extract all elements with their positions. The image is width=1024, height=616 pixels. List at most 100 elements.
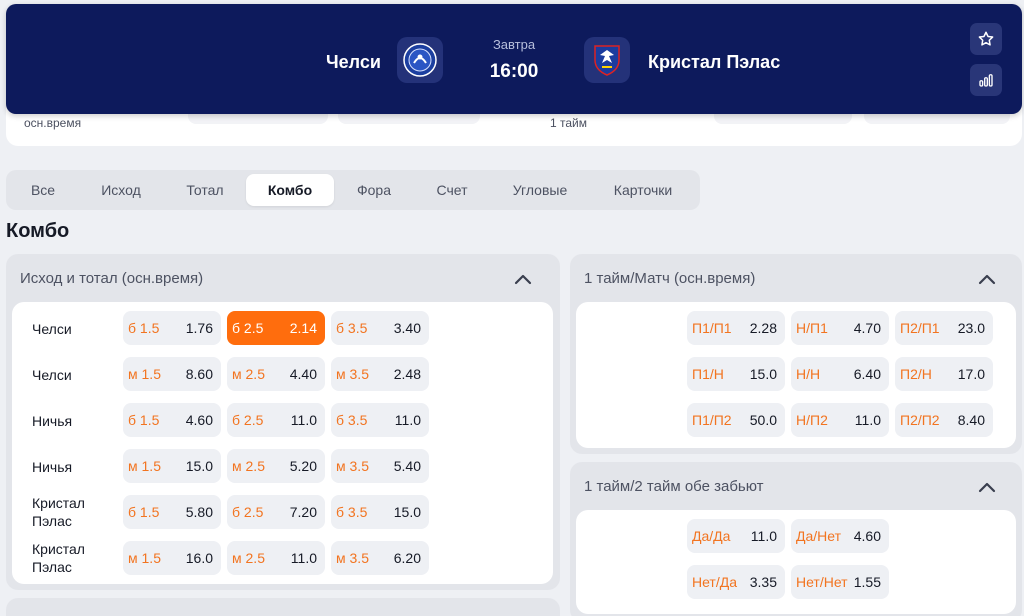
- row-label-line: Пэлас: [32, 559, 72, 575]
- selection-label: м 2.5: [232, 366, 265, 382]
- odds-value: 4.70: [853, 320, 881, 336]
- odds-cell[interactable]: б 3.5 11.0: [331, 403, 429, 437]
- odds-cell[interactable]: Н/П1 4.70: [791, 311, 889, 345]
- selection-label: б 2.5: [232, 412, 264, 428]
- selection-label: Нет/Нет: [796, 574, 848, 590]
- next-panel-stub: [6, 598, 560, 616]
- odds-cell-selected[interactable]: б 2.5 2.14: [227, 311, 325, 345]
- tab-total[interactable]: Тотал: [170, 174, 240, 206]
- odds-cell[interactable]: П1/Н 15.0: [687, 357, 785, 391]
- tab-score[interactable]: Счет: [418, 174, 486, 206]
- odds-value: 16.0: [185, 550, 213, 566]
- row-label: Ничья: [32, 413, 73, 429]
- away-team-name[interactable]: Кристал Пэлас: [648, 52, 780, 73]
- selection-label: м 2.5: [232, 458, 265, 474]
- selection-label: б 3.5: [336, 412, 368, 428]
- odds-cell[interactable]: П2/П2 8.40: [895, 403, 993, 437]
- odds-value: 11.0: [290, 550, 317, 566]
- match-time: 16:00: [489, 61, 539, 82]
- odds-value: 17.0: [957, 366, 985, 382]
- odds-cell[interactable]: м 2.5 5.20: [227, 449, 325, 483]
- odds-cell[interactable]: б 1.5 4.60: [123, 403, 221, 437]
- odds-cell[interactable]: б 3.5 3.40: [331, 311, 429, 345]
- panel-title: Исход и тотал (осн.время): [20, 270, 204, 287]
- section-title: Комбо: [6, 220, 70, 242]
- chevron-up-icon[interactable]: [976, 270, 998, 288]
- odds-cell[interactable]: б 3.5 15.0: [331, 495, 429, 529]
- odds-cell[interactable]: П1/П2 50.0: [687, 403, 785, 437]
- chevron-up-icon[interactable]: [512, 270, 534, 288]
- odds-value: 3.40: [393, 320, 421, 336]
- odds-value: 2.48: [393, 366, 421, 382]
- both-score-panel: 1 тайм/2 тайм обе забьют Да/Да 11.0 Да/Не…: [570, 462, 1022, 616]
- odds-value: 8.40: [957, 412, 985, 428]
- odds-cell[interactable]: м 1.5 8.60: [123, 357, 221, 391]
- odds-cell[interactable]: Да/Нет 4.60: [791, 519, 889, 553]
- ht-ft-grid: П1/П1 2.28 Н/П1 4.70 П2/П1 23.0 П1/Н 15.0 Н/…: [576, 302, 1016, 448]
- tab-combo[interactable]: Комбо: [246, 174, 334, 206]
- tab-corners[interactable]: Угловые: [500, 174, 580, 206]
- odds-cell[interactable]: Да/Да 11.0: [687, 519, 785, 553]
- odds-value: 3.35: [749, 574, 777, 590]
- odds-value: 11.0: [750, 528, 777, 544]
- odds-cell[interactable]: Н/П2 11.0: [791, 403, 889, 437]
- row-label-line: Кристал: [32, 541, 85, 557]
- odds-cell[interactable]: б 2.5 7.20: [227, 495, 325, 529]
- odds-cell[interactable]: м 3.5 5.40: [331, 449, 429, 483]
- selection-label: Нет/Да: [692, 574, 738, 590]
- odds-cell[interactable]: Нет/Нет 1.55: [791, 565, 889, 599]
- selection-label: б 1.5: [128, 320, 160, 336]
- odds-cell[interactable]: м 2.5 11.0: [227, 541, 325, 575]
- odds-value: 11.0: [854, 412, 881, 428]
- outcome-total-grid: Челси б 1.5 1.76 б 2.5 2.14 б 3.5 3.40 Челс…: [12, 302, 553, 584]
- odds-cell[interactable]: м 3.5 6.20: [331, 541, 429, 575]
- selection-label: б 3.5: [336, 320, 368, 336]
- row-label-line: Пэлас: [32, 513, 72, 529]
- match-day: Завтра: [492, 37, 536, 52]
- odds-cell[interactable]: м 1.5 15.0: [123, 449, 221, 483]
- tab-cards[interactable]: Карточки: [596, 174, 690, 206]
- odds-cell[interactable]: П2/П1 23.0: [895, 311, 993, 345]
- selection-label: б 1.5: [128, 504, 160, 520]
- favorite-button[interactable]: [970, 23, 1002, 55]
- selection-label: Да/Да: [692, 528, 731, 544]
- odds-value: 23.0: [957, 320, 985, 336]
- odds-value: 2.14: [289, 320, 317, 336]
- row-label: Кристал Пэлас: [32, 540, 85, 576]
- odds-value: 1.55: [853, 574, 881, 590]
- star-icon: [978, 31, 994, 46]
- selection-label: П1/П1: [692, 320, 732, 336]
- selection-label: П2/П2: [900, 412, 940, 428]
- odds-value: 1.76: [185, 320, 213, 336]
- selection-label: м 1.5: [128, 458, 161, 474]
- tab-handicap[interactable]: Фора: [340, 174, 408, 206]
- selection-label: м 2.5: [232, 550, 265, 566]
- tab-all[interactable]: Все: [14, 174, 72, 206]
- row-label: Челси: [32, 321, 72, 337]
- odds-cell[interactable]: м 2.5 4.40: [227, 357, 325, 391]
- both-score-grid: Да/Да 11.0 Да/Нет 4.60 Нет/Да 3.35 Нет/Нет 1…: [576, 510, 1016, 614]
- selection-label: Н/П1: [796, 320, 828, 336]
- odds-value: 15.0: [393, 504, 421, 520]
- odds-cell[interactable]: П1/П1 2.28: [687, 311, 785, 345]
- chevron-up-icon[interactable]: [976, 478, 998, 496]
- selection-label: б 3.5: [336, 504, 368, 520]
- odds-cell[interactable]: Нет/Да 3.35: [687, 565, 785, 599]
- odds-cell[interactable]: б 1.5 5.80: [123, 495, 221, 529]
- statistics-button[interactable]: [970, 64, 1002, 96]
- odds-value: 5.20: [289, 458, 317, 474]
- odds-cell[interactable]: Н/Н 6.40: [791, 357, 889, 391]
- ht-ft-panel: 1 тайм/Матч (осн.время) П1/П1 2.28 Н/П1 4.…: [570, 254, 1022, 454]
- row-label: Челси: [32, 367, 72, 383]
- odds-cell[interactable]: б 2.5 11.0: [227, 403, 325, 437]
- odds-value: 11.0: [290, 412, 317, 428]
- odds-cell[interactable]: б 1.5 1.76: [123, 311, 221, 345]
- tab-outcome[interactable]: Исход: [86, 174, 156, 206]
- row-label-line: Кристал: [32, 495, 85, 511]
- odds-cell[interactable]: м 1.5 16.0: [123, 541, 221, 575]
- odds-value: 5.40: [393, 458, 421, 474]
- odds-cell[interactable]: м 3.5 2.48: [331, 357, 429, 391]
- market-tabs: Все Исход Тотал Комбо Фора Счет Угловые …: [6, 170, 700, 210]
- selection-label: П2/Н: [900, 366, 932, 382]
- odds-cell[interactable]: П2/Н 17.0: [895, 357, 993, 391]
